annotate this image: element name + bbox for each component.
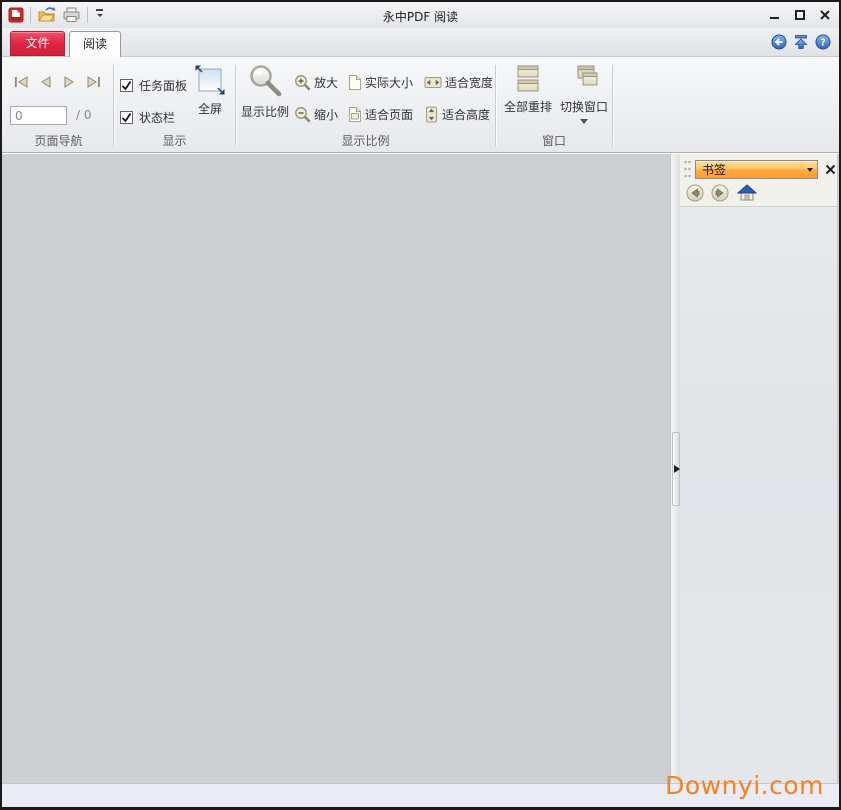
arrange-all-label: 全部重排 <box>504 98 552 115</box>
zoom-out-icon <box>294 106 311 123</box>
task-panel-checkbox[interactable]: 任务面板 <box>120 77 187 94</box>
actual-size-button[interactable]: 实际大小 <box>348 74 413 91</box>
help-icon[interactable]: ? <box>815 34 831 50</box>
panel-toolbar <box>680 181 837 204</box>
panel-type-value: 书签 <box>702 161 726 178</box>
fit-page-icon <box>348 106 362 123</box>
fit-width-label: 适合宽度 <box>445 74 493 91</box>
status-bar-checkbox[interactable]: 状态栏 <box>120 109 175 126</box>
switch-window-icon <box>569 64 599 94</box>
zoom-ratio-label: 显示比例 <box>241 103 289 120</box>
dropdown-arrow-icon <box>807 168 813 175</box>
status-bar-label: 状态栏 <box>139 109 175 126</box>
title-bar: 永中PDF 阅读 <box>2 2 839 28</box>
group-display: 任务面板 状态栏 全屏 显示 <box>114 57 235 152</box>
panel-grip-icon[interactable] <box>683 159 692 179</box>
fit-height-label: 适合高度 <box>442 106 490 123</box>
next-page-icon[interactable] <box>60 73 79 91</box>
svg-text:?: ? <box>820 38 826 49</box>
switch-window-label: 切换窗口 <box>560 98 608 115</box>
group-separator <box>612 65 613 146</box>
zoom-ratio-button[interactable]: 显示比例 <box>238 63 292 120</box>
group-label-zoom: 显示比例 <box>236 132 495 149</box>
back-icon[interactable] <box>771 34 787 50</box>
switch-window-button[interactable]: 切换窗口 <box>558 64 610 124</box>
zoom-out-button[interactable]: 缩小 <box>294 106 338 123</box>
splitter-collapse-handle[interactable] <box>672 432 680 506</box>
fit-width-icon <box>424 75 442 90</box>
window-controls <box>768 8 831 22</box>
zoom-in-icon <box>294 74 311 91</box>
tab-row: 文件 阅读 ? <box>2 28 839 56</box>
last-page-icon[interactable] <box>84 73 103 91</box>
group-window: 全部重排 切换窗口 窗口 <box>496 57 612 152</box>
checkbox-checked-icon <box>120 79 133 92</box>
page-icon <box>348 74 362 91</box>
document-canvas <box>2 154 670 783</box>
group-label-window: 窗口 <box>496 132 612 149</box>
ribbon: / 0 页面导航 任务面板 状态栏 <box>2 56 839 153</box>
fit-page-label: 适合页面 <box>365 106 413 123</box>
fullscreen-icon <box>194 64 226 96</box>
help-nav-icons: ? <box>771 34 831 50</box>
bookmark-forward-button[interactable] <box>711 184 729 202</box>
arrange-windows-icon <box>514 64 542 94</box>
group-page-navigation: / 0 页面导航 <box>4 57 113 152</box>
zoom-out-label: 缩小 <box>314 106 338 123</box>
task-panel-label: 任务面板 <box>139 77 187 94</box>
panel-close-button[interactable] <box>823 162 837 176</box>
page-number-input[interactable] <box>10 106 67 125</box>
panel-header: 书签 <box>680 159 837 179</box>
bookmark-list-area <box>680 206 837 783</box>
fit-width-button[interactable]: 适合宽度 <box>424 74 493 91</box>
checkbox-checked-icon <box>120 111 133 124</box>
magnifier-icon <box>247 63 283 99</box>
main-area: 书签 <box>2 154 839 783</box>
panel-type-dropdown[interactable]: 书签 <box>695 160 818 179</box>
prev-page-icon[interactable] <box>36 73 55 91</box>
splitter <box>670 154 680 783</box>
close-button[interactable] <box>818 9 831 22</box>
zoom-in-button[interactable]: 放大 <box>294 74 338 91</box>
actual-size-label: 实际大小 <box>365 74 413 91</box>
page-total-label: / 0 <box>76 108 92 122</box>
maximize-button[interactable] <box>793 9 806 22</box>
fullscreen-label: 全屏 <box>198 100 222 117</box>
arrange-all-button[interactable]: 全部重排 <box>500 64 556 115</box>
first-page-icon[interactable] <box>12 73 31 91</box>
tab-file[interactable]: 文件 <box>10 31 65 56</box>
fit-page-button[interactable]: 适合页面 <box>348 106 413 123</box>
watermark-text: Downyi.com <box>665 771 824 800</box>
app-window: 永中PDF 阅读 文件 阅读 ? <box>0 0 841 810</box>
group-label-page-navigation: 页面导航 <box>4 132 113 149</box>
dropdown-caret-icon <box>580 119 588 124</box>
go-top-icon[interactable] <box>793 34 809 50</box>
fullscreen-button[interactable]: 全屏 <box>188 64 232 117</box>
group-zoom: 显示比例 放大 缩小 <box>236 57 495 152</box>
fit-height-button[interactable]: 适合高度 <box>424 106 490 123</box>
bookmark-back-button[interactable] <box>686 184 704 202</box>
page-nav-buttons <box>12 73 103 91</box>
bookmark-panel: 书签 <box>680 154 839 783</box>
zoom-in-label: 放大 <box>314 74 338 91</box>
window-title: 永中PDF 阅读 <box>2 8 839 25</box>
group-label-display: 显示 <box>114 132 235 149</box>
fit-height-icon <box>424 106 439 123</box>
tab-read[interactable]: 阅读 <box>69 31 121 57</box>
minimize-button[interactable] <box>768 9 781 22</box>
bookmark-home-button[interactable] <box>736 184 757 201</box>
